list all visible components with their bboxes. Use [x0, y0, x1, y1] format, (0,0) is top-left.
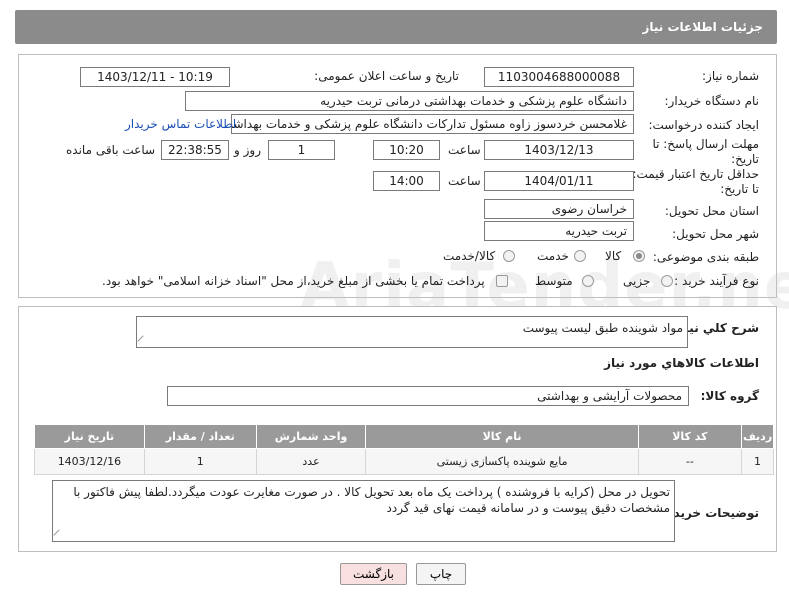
category-goods-label: کالا [605, 249, 622, 263]
reply-deadline-label: مهلت ارسال پاسخ: تا تاریخ: [652, 137, 759, 166]
cell-row-num: 1 [741, 448, 774, 475]
general-desc-field: مواد شوینده طبق لیست پیوست [136, 316, 688, 348]
contact-buyer-link[interactable]: اطلاعات تماس خریدار [125, 117, 236, 131]
reply-date-field: 1403/12/13 [484, 140, 634, 160]
cell-unit: عدد [255, 448, 367, 475]
back-button[interactable]: بازگشت [340, 563, 407, 585]
cell-name: مایع شوینده پاکسازی زیستی [365, 448, 639, 475]
col-header-date: تاریخ نیاز [34, 424, 145, 449]
purchase-radio-medium[interactable] [582, 275, 594, 287]
city-field: تربت حیدریه [484, 221, 634, 241]
hours-remaining-label: ساعت باقی مانده [66, 143, 156, 157]
col-header-row-num: ردیف [741, 424, 774, 449]
requester-label: ایجاد کننده درخواست: [648, 118, 759, 132]
page-title: جزئیات اطلاعات نیاز [642, 20, 763, 34]
buyer-notes-field: تحویل در محل (کرایه با فروشنده ) پرداخت … [52, 480, 675, 542]
category-radio-goods[interactable] [633, 250, 645, 262]
buyer-org-field: دانشگاه علوم پزشکی و خدمات بهداشتی درمان… [185, 91, 634, 111]
table-header-row: ردیف کد کالا نام کالا واحد شمارش تعداد /… [34, 424, 774, 449]
day-and-label: روز و [234, 143, 261, 157]
table-row: 1 -- مایع شوینده پاکسازی زیستی عدد 1 140… [34, 448, 774, 475]
reply-hour-label: ساعت [448, 143, 481, 157]
category-radio-goods-service[interactable] [503, 250, 515, 262]
category-service-label: خدمت [537, 249, 569, 263]
days-field: 1 [268, 140, 335, 160]
purchase-minor-label: جزیی [623, 274, 651, 288]
remaining-time-field: 22:38:55 [161, 140, 229, 160]
validity-time-field: 14:00 [373, 171, 440, 191]
validity-hour-label: ساعت [448, 174, 481, 188]
buyer-notes-text: تحویل در محل (کرایه با فروشنده ) پرداخت … [73, 485, 670, 515]
goods-group-label: گروه کالا: [700, 389, 759, 403]
buyer-org-label: نام دستگاه خریدار: [664, 94, 760, 108]
validity-date-field: 1404/01/11 [484, 171, 634, 191]
cell-qty: 1 [143, 448, 257, 475]
reply-time-field: 10:20 [373, 140, 440, 160]
requester-field: غلامحسن خردسوز زاوه مسئول تدارکات دانشگا… [231, 114, 634, 134]
col-header-unit: واحد شمارش [255, 424, 367, 449]
goods-group-field: محصولات آرایشی و بهداشتی [167, 386, 689, 406]
col-header-name: نام کالا [365, 424, 639, 449]
treasury-checkbox[interactable] [496, 275, 508, 287]
cell-date: 1403/12/16 [34, 448, 145, 475]
resize-grip [53, 529, 65, 541]
cell-code: -- [637, 448, 743, 475]
need-number-field: 1103004688000088 [484, 67, 634, 87]
purchase-medium-label: متوسط [535, 274, 573, 288]
category-label: طبقه بندی موضوعی: [652, 250, 759, 264]
goods-info-heading: اطلاعات کالاهاي مورد نياز [604, 356, 759, 370]
purchase-radio-minor[interactable] [661, 275, 673, 287]
print-button[interactable]: چاپ [416, 563, 466, 585]
province-field: خراسان رضوی [484, 199, 634, 219]
purchase-type-label: نوع فرآیند خرید : [674, 274, 759, 288]
items-table: ردیف کد کالا نام کالا واحد شمارش تعداد /… [34, 424, 774, 475]
price-validity-label: حداقل تاریخ اعتبار قیمت: تا تاریخ: [632, 167, 759, 196]
need-number-label: شماره نیاز: [702, 69, 759, 83]
treasury-note: پرداخت تمام یا بخشی از مبلغ خرید،از محل … [102, 274, 485, 288]
category-goods-service-label: کالا/خدمت [443, 249, 496, 263]
general-desc-text: مواد شوینده طبق لیست پیوست [522, 321, 683, 335]
announce-datetime-label: تاریخ و ساعت اعلان عمومی: [314, 69, 459, 83]
resize-grip [137, 335, 149, 347]
delivery-city-label: شهر محل تحویل: [672, 227, 759, 241]
category-radio-service[interactable] [574, 250, 586, 262]
announce-datetime-field: 1403/12/11 - 10:19 [80, 67, 230, 87]
col-header-code: کد کالا [637, 424, 743, 449]
delivery-province-label: استان محل تحویل: [664, 204, 759, 218]
col-header-qty: تعداد / مقدار [143, 424, 257, 449]
